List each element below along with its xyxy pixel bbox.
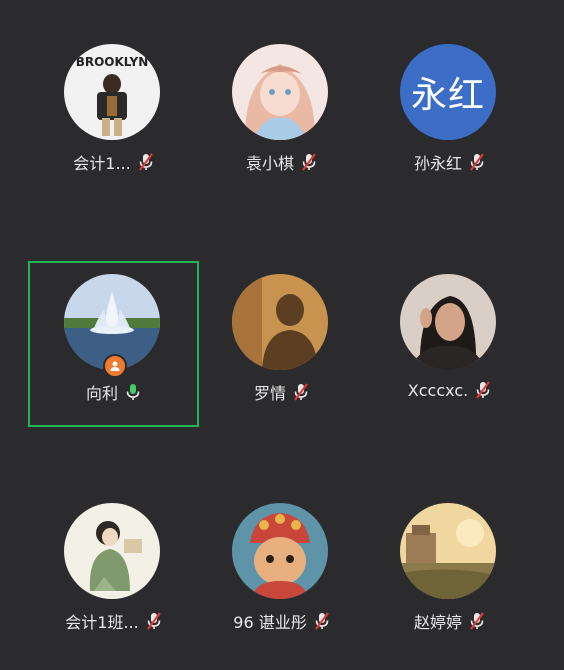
- avatar: [400, 503, 496, 599]
- avatar: [232, 44, 328, 140]
- mic-off-icon: [292, 382, 310, 402]
- participant-tile[interactable]: 会计1班...: [28, 503, 200, 669]
- avatar: [64, 503, 160, 599]
- participant-name-row: 罗情: [196, 380, 368, 404]
- participant-tile[interactable]: 罗情: [196, 274, 368, 440]
- participant-name-row: Xcccxc.: [364, 380, 536, 400]
- participant-tile[interactable]: 96 谌业彤: [196, 503, 368, 669]
- avatar: [232, 503, 328, 599]
- participant-tile[interactable]: 袁小棋: [196, 44, 368, 210]
- participant-name: 96 谌业彤: [233, 613, 307, 632]
- participant-name-row: 会计1班...: [28, 609, 200, 633]
- participant-tile-active[interactable]: 向利: [28, 274, 200, 440]
- mic-off-icon: [300, 152, 318, 172]
- participant-name-row: 96 谌业彤: [196, 609, 368, 633]
- participant-name-row: 向利: [28, 380, 200, 404]
- participant-tile[interactable]: Xcccxc.: [364, 274, 536, 440]
- avatar: BROOKLYN: [64, 44, 160, 140]
- participant-name-row: 会计1...: [28, 150, 200, 174]
- mic-off-icon: [313, 611, 331, 631]
- participant-name: 袁小棋: [245, 154, 294, 173]
- participant-name: 赵婷婷: [413, 613, 462, 632]
- svg-text:BROOKLYN: BROOKLYN: [76, 55, 149, 69]
- mic-off-icon: [137, 152, 155, 172]
- participant-tile[interactable]: 永红 孙永红: [364, 44, 536, 210]
- participant-name: 会计1...: [73, 154, 131, 173]
- participant-name: 向利: [85, 384, 118, 403]
- participant-name-row: 袁小棋: [196, 150, 368, 174]
- avatar: 永红: [400, 44, 496, 140]
- mic-icon: [124, 382, 142, 402]
- mic-off-icon: [468, 611, 486, 631]
- participant-tile[interactable]: 赵婷婷: [364, 503, 536, 669]
- participant-tile[interactable]: BROOKLYN 会计1...: [28, 44, 200, 210]
- participant-name: 罗情: [253, 384, 286, 403]
- avatar: [232, 274, 328, 370]
- host-person-icon: [103, 354, 127, 378]
- avatar-text: 永红: [400, 44, 496, 140]
- mic-off-icon: [145, 611, 163, 631]
- participant-name-row: 赵婷婷: [364, 609, 536, 633]
- participant-name: 孙永红: [413, 154, 462, 173]
- participant-name-row: 孙永红: [364, 150, 536, 174]
- avatar: [400, 274, 496, 370]
- participant-name: 会计1班...: [65, 613, 139, 632]
- mic-off-icon: [474, 380, 492, 400]
- participant-name: Xcccxc.: [407, 380, 469, 400]
- mic-off-icon: [468, 152, 486, 172]
